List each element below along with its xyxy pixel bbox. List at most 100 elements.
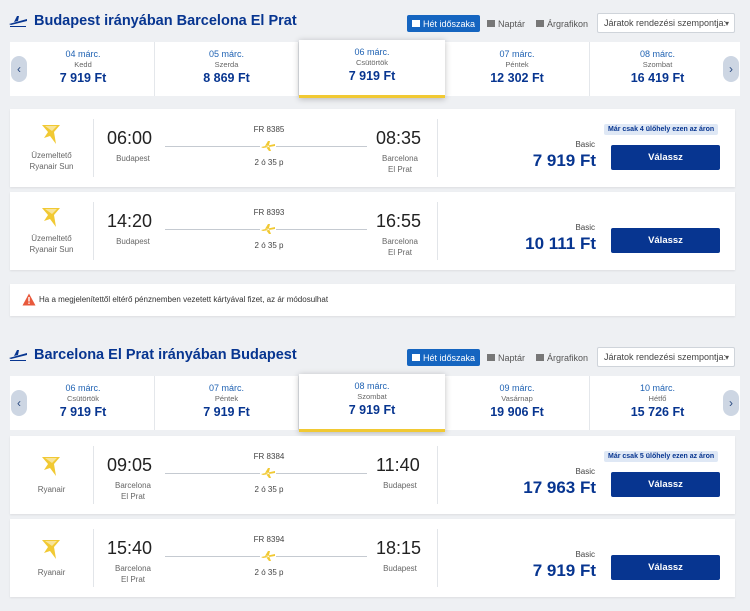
date-tile-price: 19 906 Ft: [490, 405, 544, 419]
plane-icon: [260, 224, 276, 234]
operator-name: Ryanair Sun: [29, 245, 74, 254]
sort-placeholder: Járatok rendezési szempontja:: [604, 18, 727, 28]
departure-time: 06:00: [107, 128, 153, 148]
select-flight-button[interactable]: Válassz: [611, 228, 720, 253]
arrival-city-line: El Prat: [387, 248, 412, 257]
flight-price: 17 963 Ft: [523, 478, 596, 497]
return-section: Barcelona El Prat irányában Budapest Hét…: [0, 334, 750, 432]
list-icon: [412, 20, 420, 27]
date-tile[interactable]: 07 márc. Péntek 12 302 Ft: [445, 42, 590, 96]
view-switcher: Hét időszaka Naptár Árgrafikon: [407, 349, 595, 366]
date-tile-day: Csütörtök: [355, 58, 389, 67]
plane-icon: [9, 350, 27, 361]
operator-name: Ryanair: [37, 485, 66, 494]
operator-line: Üzemeltető: [31, 234, 72, 243]
date-tile[interactable]: 09 márc. Vasárnap 19 906 Ft: [445, 376, 590, 430]
view-calendar-button[interactable]: Naptár: [483, 15, 529, 32]
date-strip: ‹ 06 márc. Csütörtök 7 919 Ft 07 márc. Pént…: [10, 374, 740, 432]
view-week-button[interactable]: Hét időszaka: [407, 15, 481, 32]
chevron-down-icon: ▾: [724, 19, 729, 28]
departure-city-line: Budapest: [116, 154, 150, 163]
divider: [93, 119, 94, 177]
operator-label: Üzemeltető Ryanair Sun: [10, 233, 93, 255]
departure-time: 14:20: [107, 211, 153, 231]
select-flight-button[interactable]: Válassz: [611, 472, 720, 497]
flight-price: 7 919 Ft: [532, 151, 596, 170]
view-price-chart-button[interactable]: Árgrafikon: [532, 15, 592, 32]
date-tile[interactable]: 05 márc. Szerda 8 869 Ft: [155, 42, 299, 96]
list-icon: [412, 354, 420, 361]
flight-duration: 2 ó 35 p: [254, 158, 284, 167]
date-tile-date: 10 márc.: [639, 383, 675, 393]
divider: [437, 119, 438, 177]
departure-city-line: Barcelona: [114, 564, 152, 573]
flight-duration: 2 ó 35 p: [254, 485, 284, 494]
date-tile-day: Hétfő: [648, 394, 667, 403]
divider: [93, 202, 94, 260]
operator-name: Ryanair Sun: [29, 162, 74, 171]
arrival-city-line: Barcelona: [381, 237, 419, 246]
flight-number: FR 8384: [253, 452, 285, 461]
view-calendar-label: Naptár: [498, 18, 526, 29]
date-tile[interactable]: 06 márc. Csütörtök 7 919 Ft: [12, 376, 155, 430]
view-price-chart-label: Árgrafikon: [547, 352, 589, 363]
ryanair-harp-logo-icon: [42, 125, 60, 144]
departure-time: 15:40: [107, 538, 153, 558]
select-flight-button[interactable]: Válassz: [611, 555, 720, 580]
section-title: Budapest irányában Barcelona El Prat: [34, 13, 297, 29]
plane-icon: [9, 16, 27, 27]
bar-chart-icon: [536, 20, 545, 27]
date-tile-price: 7 919 Ft: [348, 403, 396, 417]
date-tile[interactable]: 10 márc. Hétfő 15 726 Ft: [590, 376, 725, 430]
date-tile-day: Péntek: [505, 60, 529, 69]
date-strip: ‹ 04 márc. Kedd 7 919 Ft 05 márc. Szerda 8 8…: [10, 40, 740, 98]
date-tile-date: 09 márc.: [499, 383, 535, 393]
flight-price: 7 919 Ft: [532, 561, 596, 580]
departure-city-line: Barcelona: [114, 481, 152, 490]
fare-type: Basic: [575, 467, 595, 476]
view-price-chart-button[interactable]: Árgrafikon: [532, 349, 592, 366]
date-tile[interactable]: 04 márc. Kedd 7 919 Ft: [12, 42, 155, 96]
date-tile-price: 12 302 Ft: [490, 71, 544, 85]
divider: [437, 446, 438, 504]
chevron-down-icon: ▾: [724, 353, 729, 362]
date-tile-date: 08 márc.: [354, 381, 390, 391]
view-calendar-button[interactable]: Naptár: [483, 349, 529, 366]
sort-select[interactable]: Járatok rendezési szempontja: ▾: [597, 13, 735, 33]
date-tile-selected[interactable]: 06 márc. Csütörtök 7 919 Ft: [299, 40, 445, 98]
arrival-time: 16:55: [376, 211, 422, 231]
section-title: Barcelona El Prat irányában Budapest: [34, 347, 297, 363]
airline-column: Ryanair: [10, 519, 93, 597]
next-dates-arrow-icon[interactable]: ›: [723, 56, 739, 82]
date-tile-date: 06 márc.: [354, 47, 390, 57]
date-tile[interactable]: 08 márc. Szombat 16 419 Ft: [590, 42, 725, 96]
view-week-label: Hét időszaka: [423, 352, 476, 363]
departure-city: Barcelona El Prat: [103, 563, 163, 585]
calendar-icon: [487, 354, 496, 361]
departure-city-line: Budapest: [116, 237, 150, 246]
date-tile-date: 06 márc.: [65, 383, 101, 393]
seats-left-badge: Már csak 4 ülőhely ezen az áron: [604, 124, 719, 135]
flight-number: FR 8385: [253, 125, 285, 134]
date-tile-price: 15 726 Ft: [630, 405, 685, 419]
date-tile-selected[interactable]: 08 márc. Szombat 7 919 Ft: [299, 374, 445, 432]
bar-chart-icon: [536, 354, 545, 361]
warning-icon: [22, 293, 36, 306]
select-flight-button[interactable]: Válassz: [611, 145, 720, 170]
operator-label: Ryanair: [10, 567, 93, 578]
airline-column: Üzemeltető Ryanair Sun: [10, 192, 93, 270]
next-dates-arrow-icon[interactable]: ›: [723, 390, 739, 416]
divider: [93, 446, 94, 504]
sort-select[interactable]: Járatok rendezési szempontja: ▾: [597, 347, 735, 367]
departure-city-line: El Prat: [120, 492, 145, 501]
date-tile-date: 07 márc.: [208, 383, 244, 393]
date-tile-price: 16 419 Ft: [630, 71, 685, 85]
seats-left-badge: Már csak 5 ülőhely ezen az áron: [604, 451, 719, 462]
date-tile-price: 7 919 Ft: [348, 69, 396, 83]
date-tile-day: Csütörtök: [66, 394, 100, 403]
view-week-button[interactable]: Hét időszaka: [407, 349, 481, 366]
operator-label: Üzemeltető Ryanair Sun: [10, 150, 93, 172]
date-tile[interactable]: 07 márc. Péntek 7 919 Ft: [155, 376, 299, 430]
departure-time: 09:05: [107, 455, 153, 475]
view-calendar-label: Naptár: [498, 352, 526, 363]
